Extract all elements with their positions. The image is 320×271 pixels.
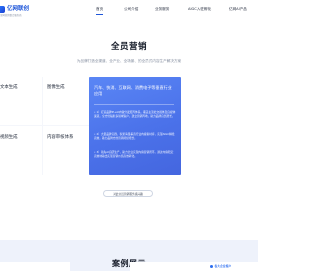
service-grid: 文本生成 图像生成 视频生成 内容审核体系 <box>0 77 92 175</box>
marketing-title: 全员营销 <box>110 42 147 52</box>
site-header: 亿网联创 全网营销整合服务商 首页 公司介绍 业务服务 AIGC入驻孵化 亿网A… <box>0 0 258 22</box>
service-label: 文本生成 <box>0 85 18 90</box>
service-card-image[interactable]: 图像生成 <box>43 77 89 125</box>
consult-button[interactable]: 对此全员营销服务感兴趣 <box>103 190 153 197</box>
case-card[interactable] <box>0 262 70 271</box>
feature-item: • 2）大量品牌实践，积累海量垂直行业内容素材库，实现AIGC精准高效，助力品牌… <box>94 132 175 140</box>
feature-item: • 3）领先AI自研生产，助力企业实现内容营销闭环，通过内容稳定高效地输出实现营… <box>94 150 174 158</box>
feature-divider <box>94 104 174 105</box>
feature-card[interactable]: 汽车、快消、互联网、消费电子等垂直行业应用 • 1）打造品牌IP+AI内容分发矩… <box>89 77 181 175</box>
service-card-video[interactable]: 视频生成 <box>0 126 42 175</box>
feature-title: 汽车、快消、互联网、消费电子等垂直行业应用 <box>94 85 172 96</box>
nav-item-about[interactable]: 公司介绍 <box>124 6 138 12</box>
feature-item: • 1）打造品牌IP+AI内容分发矩阵体系，覆盖主流社交媒体及自媒体渠道，全方位… <box>94 110 176 118</box>
service-label: 内容审核体系 <box>47 135 74 140</box>
service-card-audit[interactable]: 内容审核体系 <box>43 126 89 175</box>
case-card[interactable] <box>130 262 258 271</box>
case-badge-text: 各大企业客户 <box>214 264 232 268</box>
case-badge: 各大企业客户 <box>210 264 231 268</box>
marketing-subtitle: 为品牌打造全渠道、全产业、全场景、的全员式内容生产解决方案 <box>76 59 182 63</box>
service-label: 视频生成 <box>0 135 18 140</box>
service-label: 图像生成 <box>47 85 65 90</box>
main-nav: 首页 公司介绍 业务服务 AIGC入驻孵化 亿网AI产品 <box>0 6 258 16</box>
nav-item-ai-products[interactable]: 亿网AI产品 <box>229 6 247 12</box>
service-card-text[interactable]: 文本生成 <box>0 77 42 125</box>
badge-dot-icon <box>210 264 213 268</box>
nav-item-home[interactable]: 首页 <box>96 6 104 15</box>
nav-item-services[interactable]: 业务服务 <box>155 6 169 12</box>
nav-item-aigc[interactable]: AIGC入驻孵化 <box>188 6 211 12</box>
